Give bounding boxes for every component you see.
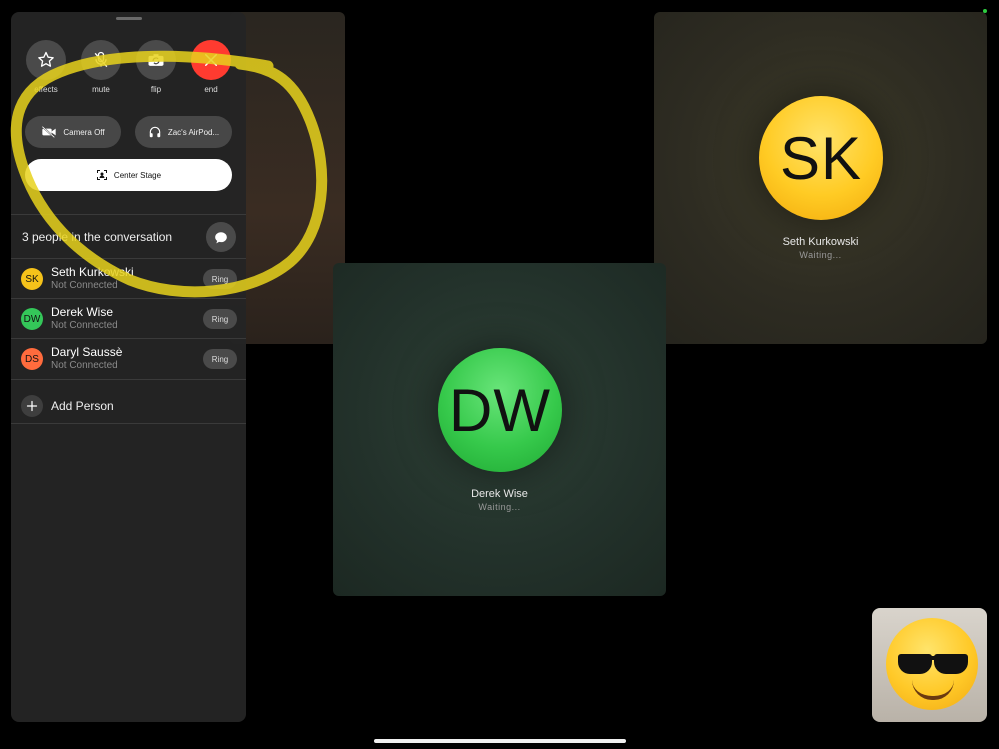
- participant-row: SK Seth Kurkowski Not Connected Ring: [11, 259, 246, 299]
- effects-label: effects: [34, 85, 58, 94]
- participant-name: Daryl Saussè: [51, 345, 123, 359]
- ring-button[interactable]: Ring: [203, 309, 237, 329]
- avatar: DW: [21, 308, 43, 330]
- participant-tile-derek[interactable]: DW Derek Wise Waiting...: [333, 263, 666, 596]
- participant-name: Seth Kurkowski: [782, 236, 859, 248]
- participant-status: Not Connected: [51, 360, 118, 371]
- flip-button[interactable]: flip: [135, 40, 177, 94]
- sunglasses-icon: [898, 654, 932, 674]
- camera-flip-icon: [148, 54, 164, 66]
- add-person-label: Add Person: [51, 399, 114, 413]
- divider: [11, 423, 246, 424]
- avatar: DW: [438, 348, 562, 472]
- self-view-tile[interactable]: [872, 608, 987, 722]
- center-stage-icon: [96, 170, 107, 180]
- conversation-title: 3 people in the conversation: [22, 230, 173, 244]
- participant-name: Derek Wise: [51, 305, 114, 319]
- message-button[interactable]: [206, 222, 236, 252]
- home-indicator[interactable]: [374, 739, 626, 743]
- background-video-tile: [230, 12, 345, 344]
- plus-icon: [21, 395, 43, 417]
- avatar: SK: [21, 268, 43, 290]
- end-call-button[interactable]: end: [190, 40, 232, 94]
- participant-row: DS Daryl Saussè Not Connected Ring: [11, 339, 246, 379]
- audio-route-label: Zac's AirPod...: [167, 127, 220, 137]
- close-icon: [205, 54, 217, 66]
- center-stage-button[interactable]: Center Stage: [25, 159, 232, 191]
- participant-status: Not Connected: [51, 280, 118, 291]
- mic-slash-icon: [94, 51, 108, 68]
- ring-button[interactable]: Ring: [203, 349, 237, 369]
- flip-label: flip: [150, 85, 162, 94]
- avatar: SK: [759, 96, 883, 220]
- end-label: end: [204, 85, 218, 94]
- participant-status: Waiting...: [478, 502, 521, 512]
- camera-off-button[interactable]: Camera Off: [25, 116, 121, 148]
- mic-indicator: [983, 9, 987, 13]
- center-stage-label: Center Stage: [113, 170, 162, 180]
- participant-name: Seth Kurkowski: [51, 265, 134, 279]
- panel-grabber[interactable]: [116, 17, 142, 20]
- participant-row: DW Derek Wise Not Connected Ring: [11, 299, 246, 339]
- participant-name: Derek Wise: [471, 488, 528, 500]
- ring-button[interactable]: Ring: [203, 269, 237, 289]
- call-controls-panel: effects mute flip end Camera Off Zac's A…: [11, 12, 246, 722]
- star-icon: [38, 51, 54, 67]
- add-person-button[interactable]: Add Person: [11, 388, 246, 424]
- participant-status: Waiting...: [799, 250, 842, 260]
- memoji-avatar: [886, 618, 978, 710]
- message-bubble-icon: [215, 231, 227, 243]
- effects-button[interactable]: effects: [25, 40, 67, 94]
- audio-route-button[interactable]: Zac's AirPod...: [135, 116, 232, 148]
- divider: [11, 379, 246, 380]
- participant-tile-seth[interactable]: SK Seth Kurkowski Waiting...: [654, 12, 987, 344]
- camera-off-label: Camera Off: [63, 127, 105, 137]
- avatar: DS: [21, 348, 43, 370]
- mute-button[interactable]: mute: [80, 40, 122, 94]
- divider: [11, 214, 246, 215]
- participant-status: Not Connected: [51, 320, 118, 331]
- headphones-icon: [149, 126, 161, 138]
- video-slash-icon: [42, 126, 57, 138]
- mute-label: mute: [92, 85, 110, 94]
